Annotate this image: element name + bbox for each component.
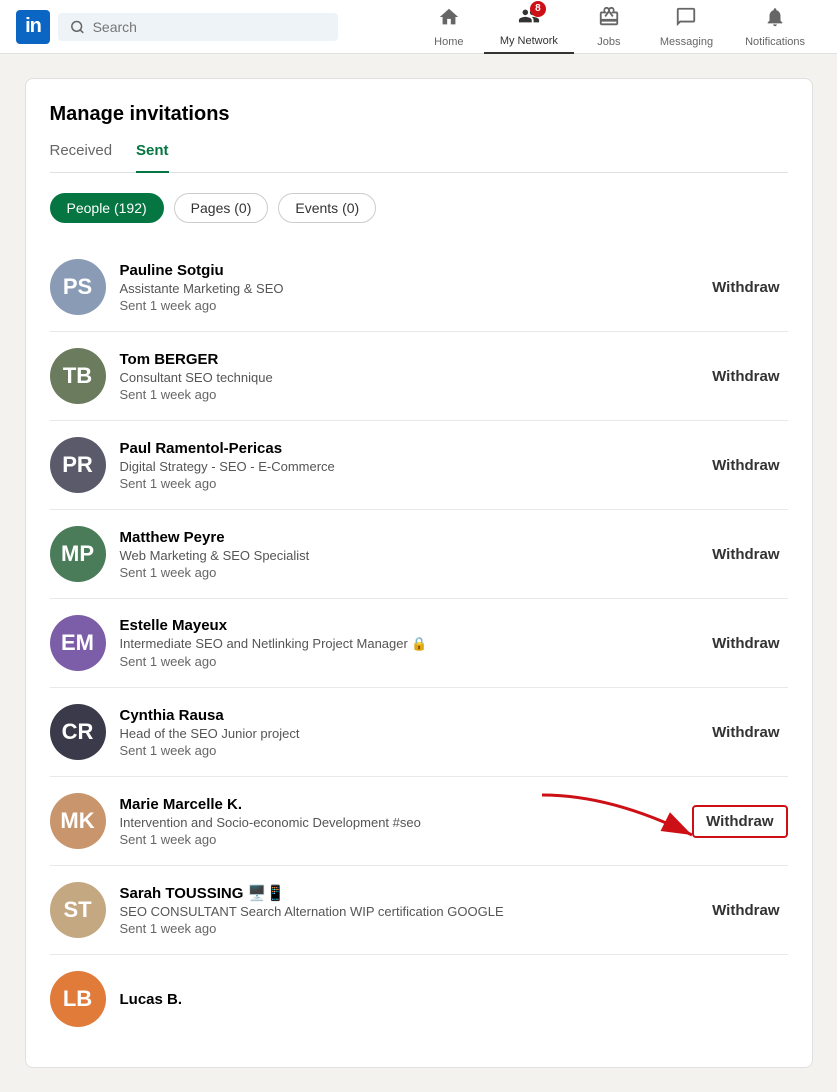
list-item: TB Tom BERGER Consultant SEO technique Sent… <box>50 332 788 421</box>
person-name: Matthew Peyre <box>120 529 691 546</box>
search-icon <box>70 19 85 35</box>
person-info: Lucas B. <box>120 991 788 1008</box>
list-item: LB Lucas B. <box>50 955 788 1043</box>
jobs-icon <box>598 6 620 34</box>
person-name: Marie Marcelle K. <box>120 796 679 813</box>
list-item: ST Sarah TOUSSING 🖥️📱 SEO CONSULTANT Searc… <box>50 866 788 955</box>
notifications-icon <box>764 6 786 34</box>
page-title: Manage invitations <box>50 103 788 126</box>
person-info: Estelle Mayeux Intermediate SEO and Netli… <box>120 617 691 669</box>
filter-people[interactable]: People (192) <box>50 193 164 223</box>
avatar: TB <box>50 348 106 404</box>
avatar: MP <box>50 526 106 582</box>
nav-item-notifications[interactable]: Notifications <box>729 0 821 54</box>
list-item: MK Marie Marcelle K. Intervention and Soci… <box>50 777 788 866</box>
tab-received[interactable]: Received <box>50 142 113 173</box>
list-item: PR Paul Ramentol-Pericas Digital Strategy … <box>50 421 788 510</box>
list-item: MP Matthew Peyre Web Marketing & SEO Speci… <box>50 510 788 599</box>
tab-sent[interactable]: Sent <box>136 142 169 173</box>
person-name: Paul Ramentol-Pericas <box>120 440 691 457</box>
person-sent: Sent 1 week ago <box>120 476 691 491</box>
person-sent: Sent 1 week ago <box>120 298 691 313</box>
person-sent: Sent 1 week ago <box>120 921 691 936</box>
person-info: Paul Ramentol-Pericas Digital Strategy - … <box>120 440 691 491</box>
filter-pills: People (192) Pages (0) Events (0) <box>50 193 788 223</box>
messaging-icon <box>675 6 697 34</box>
withdraw-button[interactable]: Withdraw <box>692 805 787 838</box>
list-item: CR Cynthia Rausa Head of the SEO Junior pr… <box>50 688 788 777</box>
person-name: Cynthia Rausa <box>120 707 691 724</box>
person-name: Sarah TOUSSING 🖥️📱 <box>120 884 691 902</box>
logo-text: in <box>25 15 41 38</box>
withdraw-button[interactable]: Withdraw <box>704 631 787 656</box>
nav-item-jobs[interactable]: Jobs <box>574 0 644 54</box>
withdraw-button[interactable]: Withdraw <box>704 898 787 923</box>
person-info: Cynthia Rausa Head of the SEO Junior proj… <box>120 707 691 758</box>
person-info: Sarah TOUSSING 🖥️📱 SEO CONSULTANT Search … <box>120 884 691 936</box>
filter-events[interactable]: Events (0) <box>278 193 376 223</box>
home-icon <box>438 6 460 34</box>
withdraw-button[interactable]: Withdraw <box>704 453 787 478</box>
avatar: LB <box>50 971 106 1027</box>
person-title: Web Marketing & SEO Specialist <box>120 548 691 563</box>
tab-bar: Received Sent <box>50 142 788 173</box>
nav-item-home[interactable]: Home <box>414 0 484 54</box>
navbar: in Home 8 My Network Jobs <box>0 0 837 54</box>
linkedin-logo[interactable]: in <box>16 10 50 44</box>
list-item: PS Pauline Sotgiu Assistante Marketing & S… <box>50 243 788 332</box>
my-network-badge: 8 <box>530 1 546 17</box>
person-title: Head of the SEO Junior project <box>120 726 691 741</box>
withdraw-button[interactable]: Withdraw <box>704 720 787 745</box>
person-name: Estelle Mayeux <box>120 617 691 634</box>
search-input[interactable] <box>93 19 326 35</box>
avatar: EM <box>50 615 106 671</box>
search-bar[interactable] <box>58 13 338 41</box>
person-sent: Sent 1 week ago <box>120 743 691 758</box>
person-title: Digital Strategy - SEO - E-Commerce <box>120 459 691 474</box>
withdraw-button[interactable]: Withdraw <box>704 542 787 567</box>
person-name: Tom BERGER <box>120 351 691 368</box>
nav-item-my-network[interactable]: 8 My Network <box>484 0 574 54</box>
person-info: Tom BERGER Consultant SEO technique Sent 1… <box>120 351 691 402</box>
person-info: Marie Marcelle K. Intervention and Socio-… <box>120 796 679 847</box>
invitations-card: Manage invitations Received Sent People … <box>25 78 813 1068</box>
avatar: ST <box>50 882 106 938</box>
nav-label-my-network: My Network <box>500 35 558 47</box>
person-sent: Sent 1 week ago <box>120 832 679 847</box>
person-name: Lucas B. <box>120 991 788 1008</box>
person-title: SEO CONSULTANT Search Alternation WIP ce… <box>120 904 691 919</box>
nav-label-messaging: Messaging <box>660 36 713 48</box>
nav-label-jobs: Jobs <box>597 36 620 48</box>
nav-items: Home 8 My Network Jobs Messaging Not <box>414 0 821 54</box>
avatar: PS <box>50 259 106 315</box>
avatar: PR <box>50 437 106 493</box>
person-name: Pauline Sotgiu <box>120 262 691 279</box>
withdraw-button[interactable]: Withdraw <box>704 275 787 300</box>
withdraw-button[interactable]: Withdraw <box>704 364 787 389</box>
person-title: Intervention and Socio-economic Developm… <box>120 815 679 830</box>
person-info: Matthew Peyre Web Marketing & SEO Special… <box>120 529 691 580</box>
person-title: Assistante Marketing & SEO <box>120 281 691 296</box>
avatar: MK <box>50 793 106 849</box>
person-info: Pauline Sotgiu Assistante Marketing & SEO… <box>120 262 691 313</box>
person-title: Consultant SEO technique <box>120 370 691 385</box>
list-item: EM Estelle Mayeux Intermediate SEO and Net… <box>50 599 788 688</box>
filter-pages[interactable]: Pages (0) <box>174 193 269 223</box>
nav-label-notifications: Notifications <box>745 36 805 48</box>
avatar: CR <box>50 704 106 760</box>
person-title: Intermediate SEO and Netlinking Project … <box>120 636 691 652</box>
main-content: Manage invitations Received Sent People … <box>9 78 829 1068</box>
person-sent: Sent 1 week ago <box>120 654 691 669</box>
nav-item-messaging[interactable]: Messaging <box>644 0 729 54</box>
invitation-list: PS Pauline Sotgiu Assistante Marketing & S… <box>50 243 788 1043</box>
my-network-icon: 8 <box>518 5 540 33</box>
person-sent: Sent 1 week ago <box>120 387 691 402</box>
nav-label-home: Home <box>434 36 463 48</box>
person-sent: Sent 1 week ago <box>120 565 691 580</box>
